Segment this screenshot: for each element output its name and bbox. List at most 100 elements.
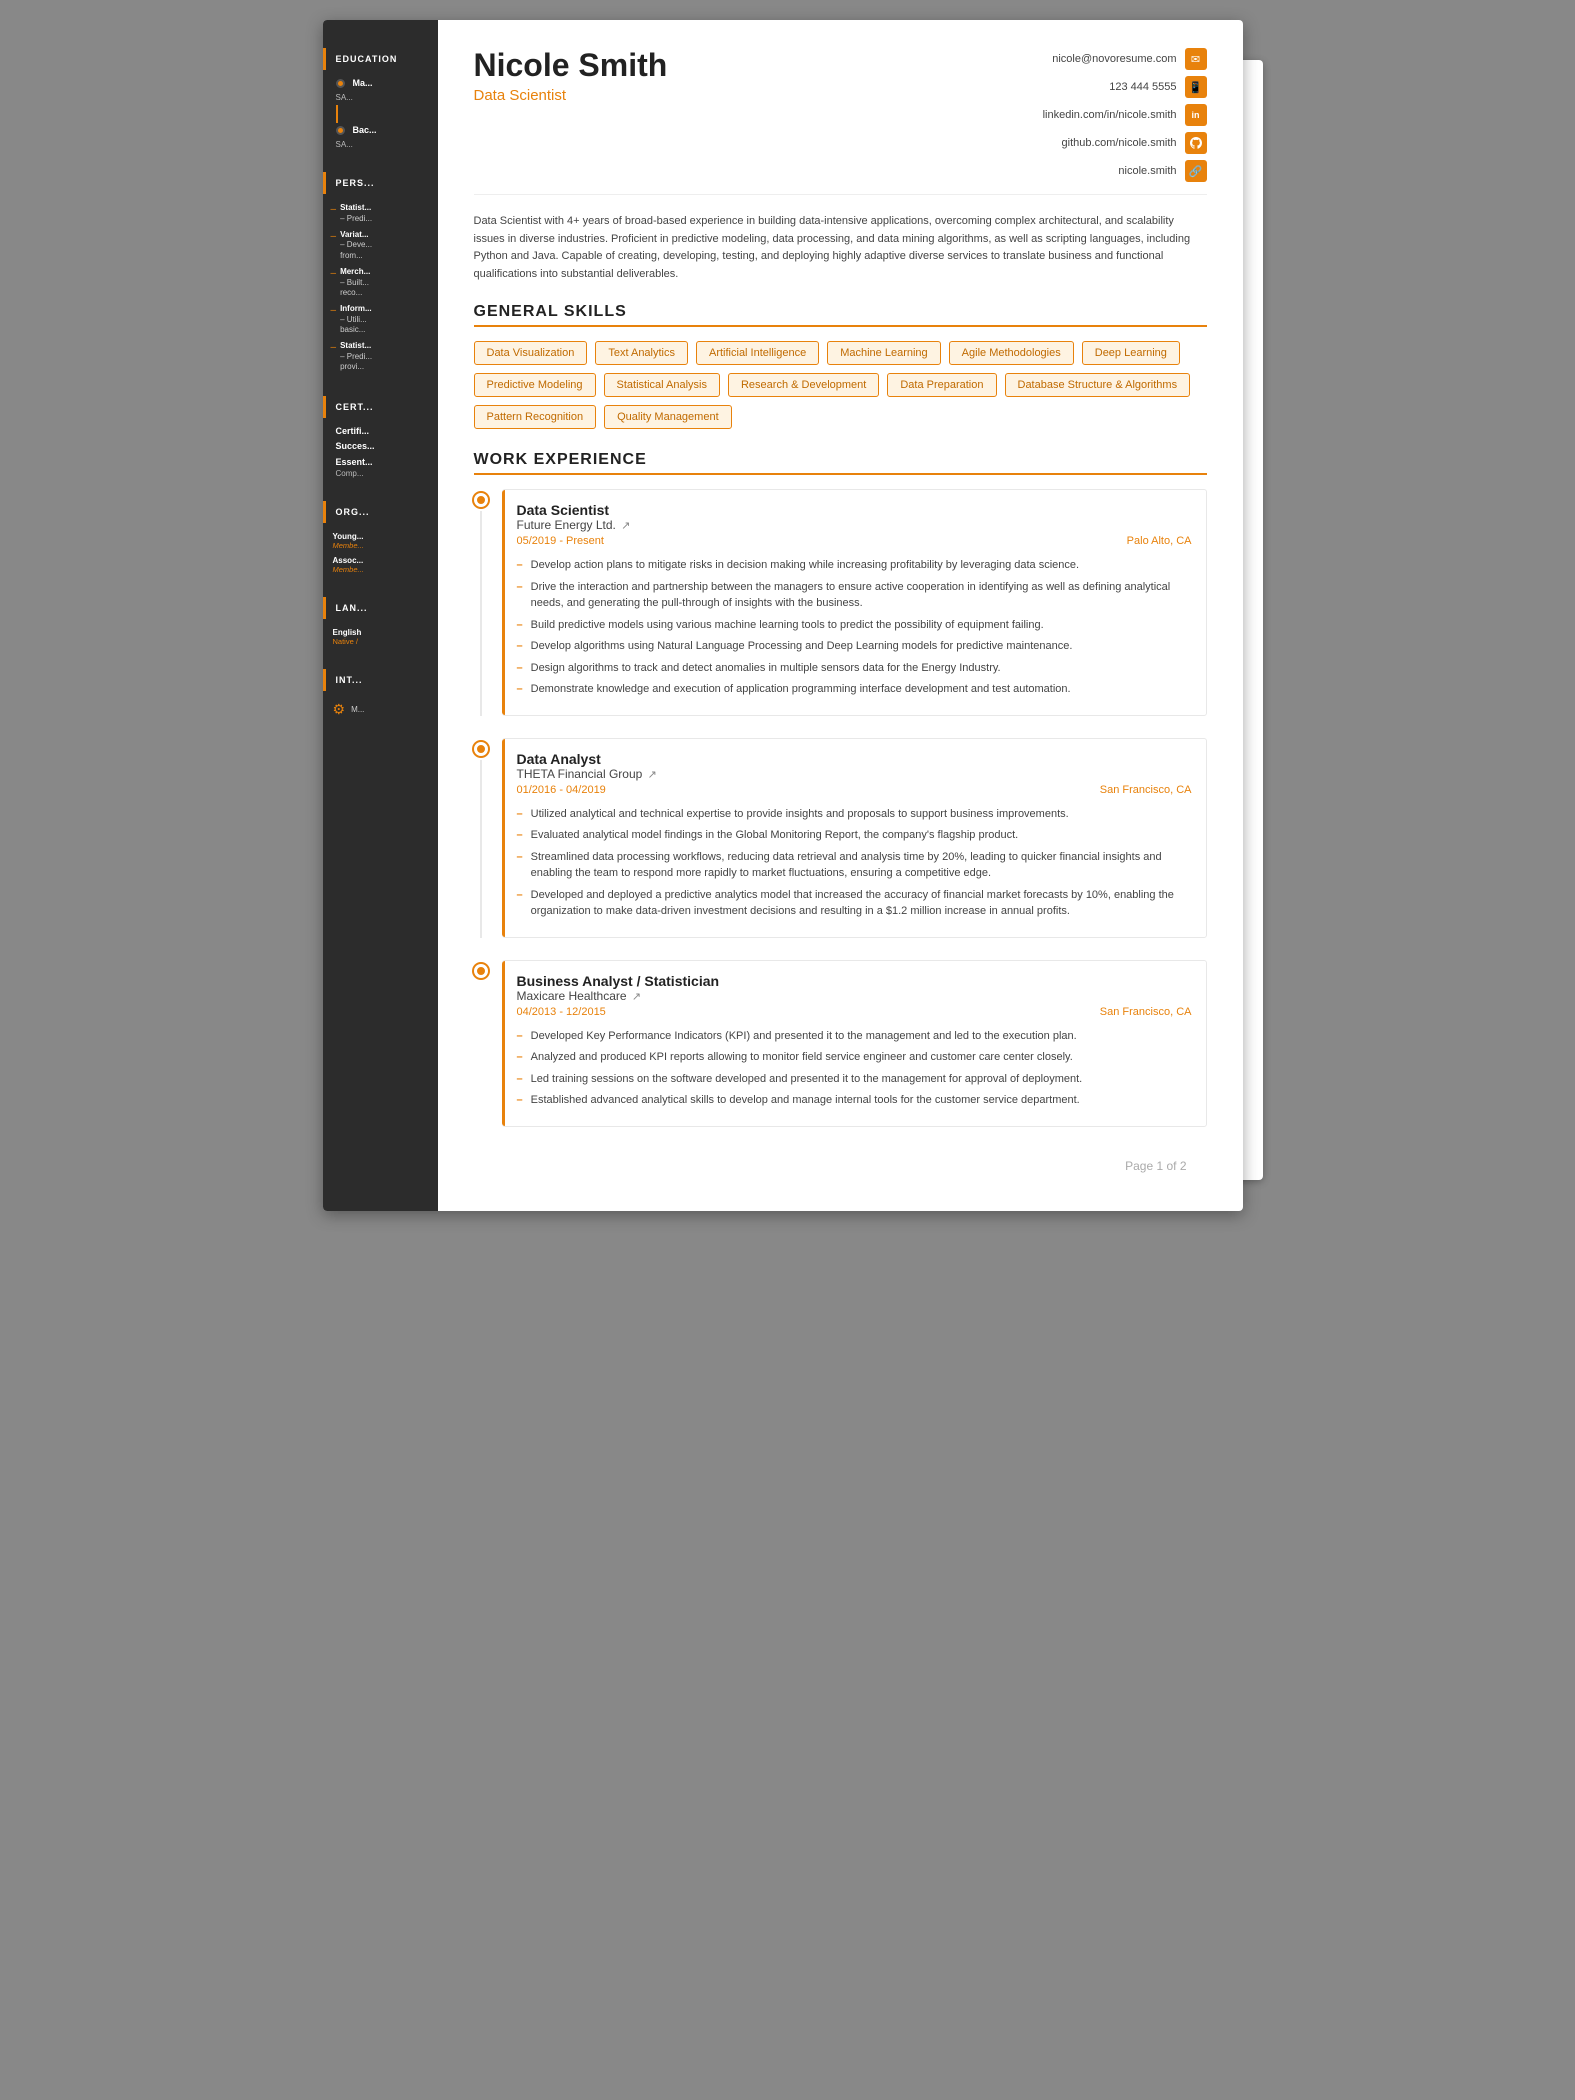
bullet-text-1-1: Evaluated analytical model findings in t… — [531, 827, 1019, 844]
contact-portfolio-text: nicole.smith — [1118, 165, 1176, 177]
work-bullet-1-0: – Utilized analytical and technical expe… — [517, 806, 1192, 823]
work-details-2: Business Analyst / Statistician Maxicare… — [502, 960, 1207, 1127]
ext-link-1: ↗ — [648, 769, 657, 781]
work-location-1: San Francisco, CA — [1100, 784, 1192, 796]
work-company-0: Future Energy Ltd. ↗ — [517, 518, 1192, 532]
name-block: Nicole Smith Data Scientist — [474, 48, 668, 104]
contact-email-row: nicole@novoresume.com ✉ — [1052, 48, 1206, 70]
bullet-dash-0-5: – — [517, 681, 523, 698]
work-dot-0 — [474, 493, 488, 507]
skill-tag-4: Agile Methodologies — [949, 341, 1074, 365]
bullet-dash-2-3: – — [517, 1092, 523, 1109]
sidebar-edu-item-2: Bac... SA... — [323, 123, 438, 152]
work-bullets-1: – Utilized analytical and technical expe… — [517, 806, 1192, 920]
contact-linkedin-text: linkedin.com/in/nicole.smith — [1043, 109, 1177, 121]
bullet-text-0-2: Build predictive models using various ma… — [531, 617, 1044, 634]
portfolio-icon: 🔗 — [1185, 160, 1207, 182]
work-timeline-2 — [474, 960, 488, 1127]
contact-linkedin-row: linkedin.com/in/nicole.smith in — [1043, 104, 1207, 126]
skill-tag-8: Research & Development — [728, 373, 879, 397]
bullet-text-1-0: Utilized analytical and technical expert… — [531, 806, 1069, 823]
work-dot-1 — [474, 742, 488, 756]
work-line-1 — [480, 760, 482, 938]
edu-degree-1: Ma... — [353, 78, 373, 90]
sidebar-ps-item-5: – Statist... – Predi... provi... — [323, 338, 438, 375]
sidebar-education-title: EDUCATION — [336, 54, 398, 64]
sidebar-cert-1: Certifi... — [323, 424, 438, 440]
bullet-text-0-1: Drive the interaction and partnership be… — [531, 579, 1192, 612]
sidebar-interests-header: INT... — [323, 669, 438, 691]
sidebar-personal-skills-section: PERS... – Statist... – Predi... – Variat… — [323, 172, 438, 375]
sidebar-org-1: Young... Membe... — [323, 529, 438, 553]
work-bullet-1-2: – Streamlined data processing workflows,… — [517, 849, 1192, 882]
ps-bullet-4: – — [331, 305, 337, 316]
ps-bullet-5: – — [331, 342, 337, 353]
skill-tag-10: Database Structure & Algorithms — [1005, 373, 1191, 397]
skills-tags-container: Data Visualization Text Analytics Artifi… — [474, 341, 1207, 429]
bullet-dash-1-3: – — [517, 887, 523, 920]
sidebar-personal-skills-title: PERS... — [336, 178, 375, 188]
work-line-0 — [480, 511, 482, 716]
sidebar-ps-item-4: – Inform... – Utili... basic... — [323, 301, 438, 338]
work-details-0: Data Scientist Future Energy Ltd. ↗ 05/2… — [502, 489, 1207, 716]
general-skills-title: GENERAL SKILLS — [474, 303, 1207, 327]
bullet-dash-0-4: – — [517, 660, 523, 677]
resume-header: Nicole Smith Data Scientist nicole@novor… — [474, 48, 1207, 195]
work-job-title-2: Business Analyst / Statistician — [517, 973, 1192, 989]
sidebar-education-header: EDUCATION — [323, 48, 438, 70]
bullet-text-0-5: Demonstrate knowledge and execution of a… — [531, 681, 1071, 698]
work-bullet-0-2: – Build predictive models using various … — [517, 617, 1192, 634]
contact-github-text: github.com/nicole.smith — [1062, 137, 1177, 149]
work-bullets-2: – Developed Key Performance Indicators (… — [517, 1028, 1192, 1109]
skill-tag-0: Data Visualization — [474, 341, 588, 365]
page-1-main: EDUCATION Ma... SA... Bac... — [323, 20, 1243, 1211]
bullet-text-0-0: Develop action plans to mitigate risks i… — [531, 557, 1079, 574]
skill-tag-3: Machine Learning — [827, 341, 940, 365]
sidebar-org-header: ORG... — [323, 501, 438, 523]
work-dot-2 — [474, 964, 488, 978]
bullet-text-0-3: Develop algorithms using Natural Languag… — [531, 638, 1073, 655]
bullet-text-0-4: Design algorithms to track and detect an… — [531, 660, 1001, 677]
work-bullet-0-0: – Develop action plans to mitigate risks… — [517, 557, 1192, 574]
work-meta-1: 01/2016 - 04/2019 San Francisco, CA — [517, 784, 1192, 796]
bullet-dash-2-2: – — [517, 1071, 523, 1088]
work-dates-1: 01/2016 - 04/2019 — [517, 784, 606, 796]
ps-bullet-1: – — [331, 204, 337, 215]
ext-link-2: ↗ — [632, 991, 641, 1003]
work-entry-1: Data Analyst THETA Financial Group ↗ 01/… — [474, 738, 1207, 938]
work-location-2: San Francisco, CA — [1100, 1006, 1192, 1018]
contact-github-row: github.com/nicole.smith — [1062, 132, 1207, 154]
bullet-text-2-1: Analyzed and produced KPI reports allowi… — [531, 1049, 1073, 1066]
sidebar-ps-item-2: – Variat... – Deve... from... — [323, 227, 438, 264]
sidebar-org-2: Assoc... Membe... — [323, 553, 438, 577]
bullet-dash-2-1: – — [517, 1049, 523, 1066]
work-dates-2: 04/2013 - 12/2015 — [517, 1006, 606, 1018]
work-bullets-0: – Develop action plans to mitigate risks… — [517, 557, 1192, 698]
skill-tag-5: Deep Learning — [1082, 341, 1180, 365]
work-bullet-0-1: – Drive the interaction and partnership … — [517, 579, 1192, 612]
work-bullet-2-1: – Analyzed and produced KPI reports allo… — [517, 1049, 1192, 1066]
work-line-2 — [480, 982, 482, 1127]
bullet-text-1-2: Streamlined data processing workflows, r… — [531, 849, 1192, 882]
edu-circle-2 — [336, 126, 345, 135]
candidate-title: Data Scientist — [474, 87, 668, 104]
sidebar-interests-title: INT... — [336, 675, 363, 685]
skill-tag-2: Artificial Intelligence — [696, 341, 819, 365]
linkedin-icon: in — [1185, 104, 1207, 126]
bullet-dash-2-0: – — [517, 1028, 523, 1045]
ps-bullet-2: – — [331, 231, 337, 242]
page-number: Page 1 of 2 — [474, 1149, 1207, 1183]
skill-tag-11: Pattern Recognition — [474, 405, 597, 429]
bullet-dash-0-3: – — [517, 638, 523, 655]
sidebar-interests-section: INT... ⚙ M... — [323, 669, 438, 722]
sidebar-ps-item-3: – Merch... – Built... reco... — [323, 264, 438, 301]
work-bullet-1-1: – Evaluated analytical model findings in… — [517, 827, 1192, 844]
sidebar-edu-item-1: Ma... SA... — [323, 76, 438, 105]
bullet-text-1-3: Developed and deployed a predictive anal… — [531, 887, 1192, 920]
contact-phone-row: 123 444 5555 📱 — [1109, 76, 1206, 98]
skill-tag-9: Data Preparation — [887, 373, 996, 397]
bullet-dash-1-2: – — [517, 849, 523, 882]
interest-label-1: M... — [351, 705, 364, 714]
work-bullet-2-0: – Developed Key Performance Indicators (… — [517, 1028, 1192, 1045]
work-entry-2: Business Analyst / Statistician Maxicare… — [474, 960, 1207, 1127]
